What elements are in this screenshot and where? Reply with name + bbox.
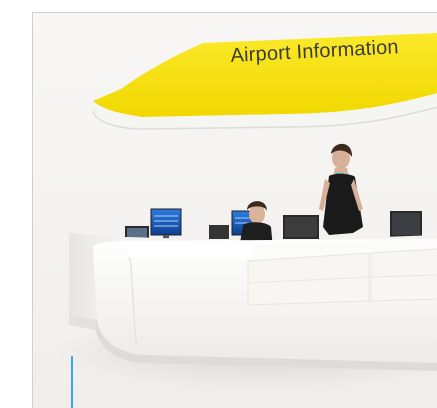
accent-line [71,356,73,408]
information-desk [93,239,437,371]
agent [319,143,363,235]
photo-frame: Airport Information [32,12,437,408]
airport-information-desk-illustration [53,33,437,391]
